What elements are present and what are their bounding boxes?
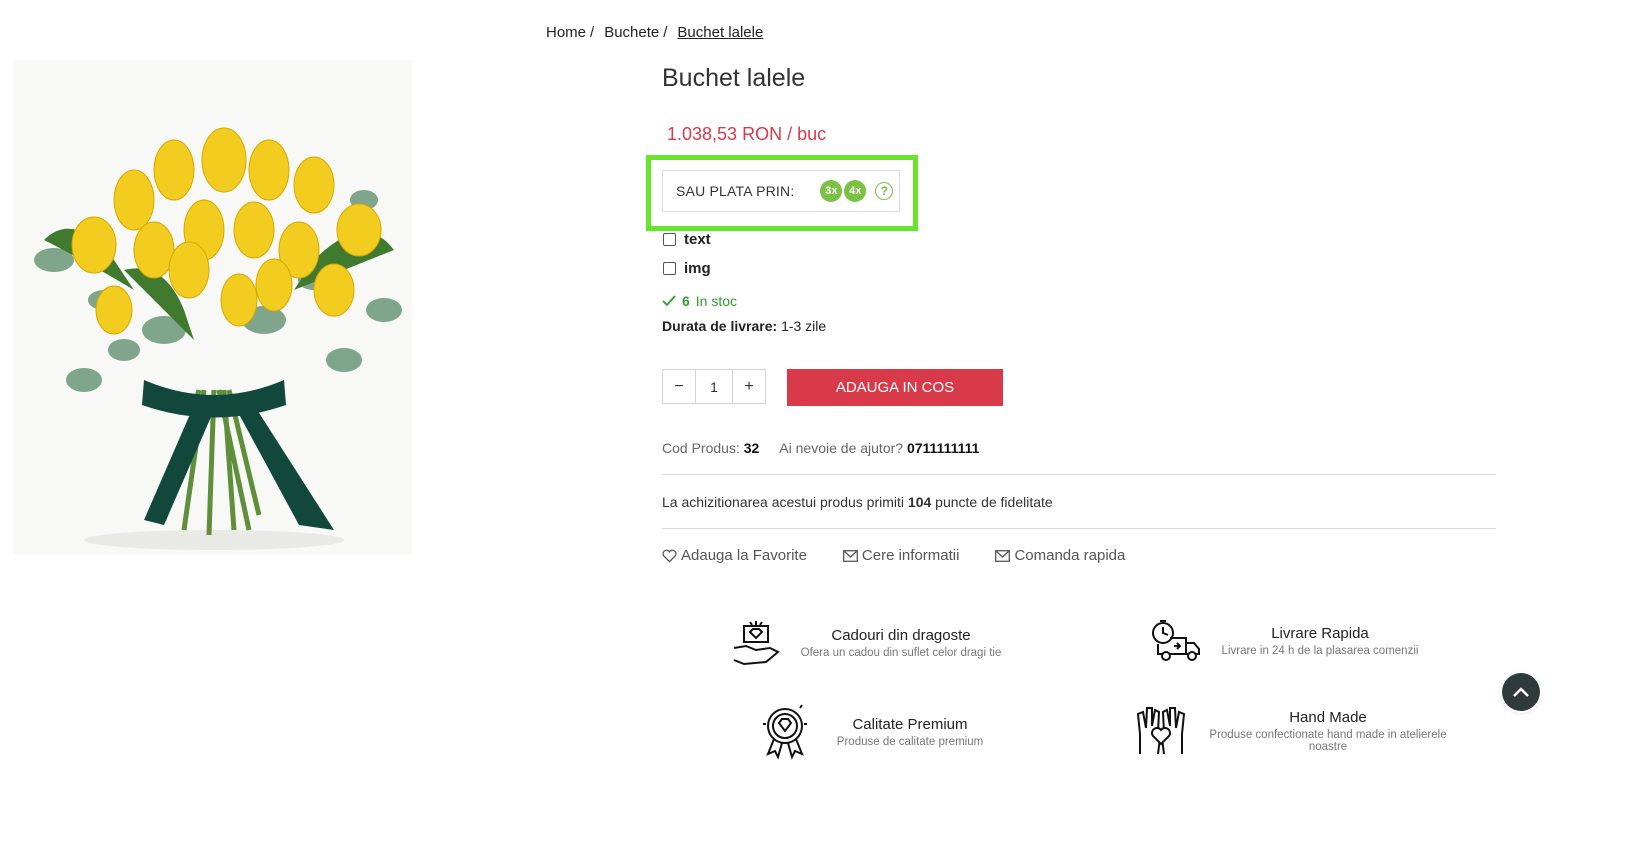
product-image[interactable]	[14, 60, 412, 554]
option-img-label: img	[684, 260, 711, 277]
product-price: 1.038,53 RON / buc	[667, 124, 827, 144]
help-contact-label: Ai nevoie de ajutor?	[779, 440, 904, 456]
quick-order-label: Comanda rapida	[1014, 547, 1126, 564]
product-code-value: 32	[743, 440, 760, 456]
divider	[662, 474, 1496, 475]
feature-hand-made: Hand Made Produse confectionate hand mad…	[1136, 704, 1448, 758]
quantity-decrease-button[interactable]: −	[663, 370, 695, 403]
loyalty-prefix: La achizitionarea acestui produs primiti	[662, 494, 905, 510]
divider	[662, 528, 1496, 529]
checkmark-icon	[662, 295, 676, 307]
envelope-icon	[842, 549, 858, 562]
option-text-checkbox[interactable]	[663, 233, 676, 246]
loyalty-points-info: La achizitionarea acestui produs primiti…	[662, 494, 1053, 510]
option-img[interactable]: img	[663, 260, 711, 277]
feature-subtitle: Produse confectionate hand made in ateli…	[1209, 729, 1447, 753]
help-contact: Ai nevoie de ajutor? 0711111111	[779, 440, 979, 456]
loyalty-points: 104	[907, 494, 932, 510]
quantity-increase-button[interactable]: +	[733, 370, 765, 403]
request-info-link[interactable]: Cere informatii	[842, 547, 960, 564]
gift-hand-icon	[733, 621, 780, 666]
option-text-label: text	[684, 231, 711, 248]
feature-subtitle: Produse de calitate premium	[836, 736, 984, 748]
product-code: Cod Produs: 32	[662, 440, 759, 456]
help-icon[interactable]: ?	[875, 182, 894, 200]
installment-payment-box[interactable]: SAU PLATA PRIN: 3x 4x ?	[662, 170, 900, 212]
breadcrumb-separator: /	[663, 24, 668, 41]
add-to-favorites-label: Adauga la Favorite	[681, 547, 807, 564]
heart-icon	[662, 549, 677, 563]
premium-badge-icon	[763, 704, 807, 760]
stock-status: 6 In stoc	[662, 293, 737, 309]
installment-badges: 3x 4x	[820, 180, 867, 202]
add-to-cart-button[interactable]: ADAUGA IN COS	[787, 369, 1003, 406]
breadcrumb-category[interactable]: Buchete	[604, 24, 659, 41]
tulip-bouquet-image	[14, 60, 412, 554]
chevron-up-icon	[1513, 687, 1529, 697]
loyalty-suffix: puncte de fidelitate	[935, 494, 1053, 510]
delivery-truck-icon	[1152, 620, 1200, 661]
scroll-to-top-button[interactable]	[1502, 673, 1540, 711]
feature-title: Livrare Rapida	[1271, 625, 1369, 642]
product-title: Buchet lalele	[662, 64, 806, 92]
feature-title: Calitate Premium	[852, 716, 968, 733]
option-img-checkbox[interactable]	[663, 262, 676, 275]
installment-4x-badge: 4x	[844, 180, 867, 202]
feature-title: Cadouri din dragoste	[831, 627, 971, 644]
product-actions: Adauga la Favorite Cere informatii Coman…	[662, 547, 1125, 564]
delivery-label: Durata de livrare:	[662, 318, 778, 334]
product-meta: Cod Produs: 32 Ai nevoie de ajutor? 0711…	[662, 440, 979, 456]
breadcrumb: Home / Buchete / Buchet lalele	[546, 24, 763, 41]
feature-title: Hand Made	[1289, 709, 1367, 726]
feature-premium-quality: Calitate Premium Produse de calitate pre…	[760, 704, 1000, 760]
installment-label: SAU PLATA PRIN:	[676, 183, 795, 199]
add-to-favorites-link[interactable]: Adauga la Favorite	[662, 547, 807, 564]
stock-label: In stoc	[695, 293, 738, 309]
quantity-input[interactable]: 1	[695, 370, 733, 403]
hands-heart-icon	[1136, 707, 1186, 755]
help-phone-link[interactable]: 0711111111	[907, 440, 979, 456]
breadcrumb-separator: /	[590, 24, 595, 41]
delivery-duration: Durata de livrare: 1-3 zile	[662, 318, 826, 334]
stock-count: 6	[682, 293, 690, 309]
breadcrumb-current[interactable]: Buchet lalele	[677, 24, 763, 41]
feature-fast-delivery: Livrare Rapida Livrare in 24 h de la pla…	[1150, 618, 1430, 664]
delivery-value: 1-3 zile	[781, 318, 827, 334]
breadcrumb-home[interactable]: Home	[546, 24, 586, 41]
feature-subtitle: Ofera un cadou din suflet celor dragi ti…	[800, 647, 1002, 659]
product-code-label: Cod Produs:	[662, 440, 740, 456]
quantity-stepper: − 1 +	[662, 369, 766, 404]
envelope-icon	[995, 549, 1011, 562]
installment-3x-badge: 3x	[820, 180, 843, 202]
quick-order-link[interactable]: Comanda rapida	[995, 547, 1125, 564]
option-text[interactable]: text	[663, 231, 711, 248]
feature-subtitle: Livrare in 24 h de la plasarea comenzii	[1221, 645, 1419, 657]
feature-gifts: Cadouri din dragoste Ofera un cadou din …	[730, 618, 1011, 668]
request-info-label: Cere informatii	[861, 547, 960, 564]
